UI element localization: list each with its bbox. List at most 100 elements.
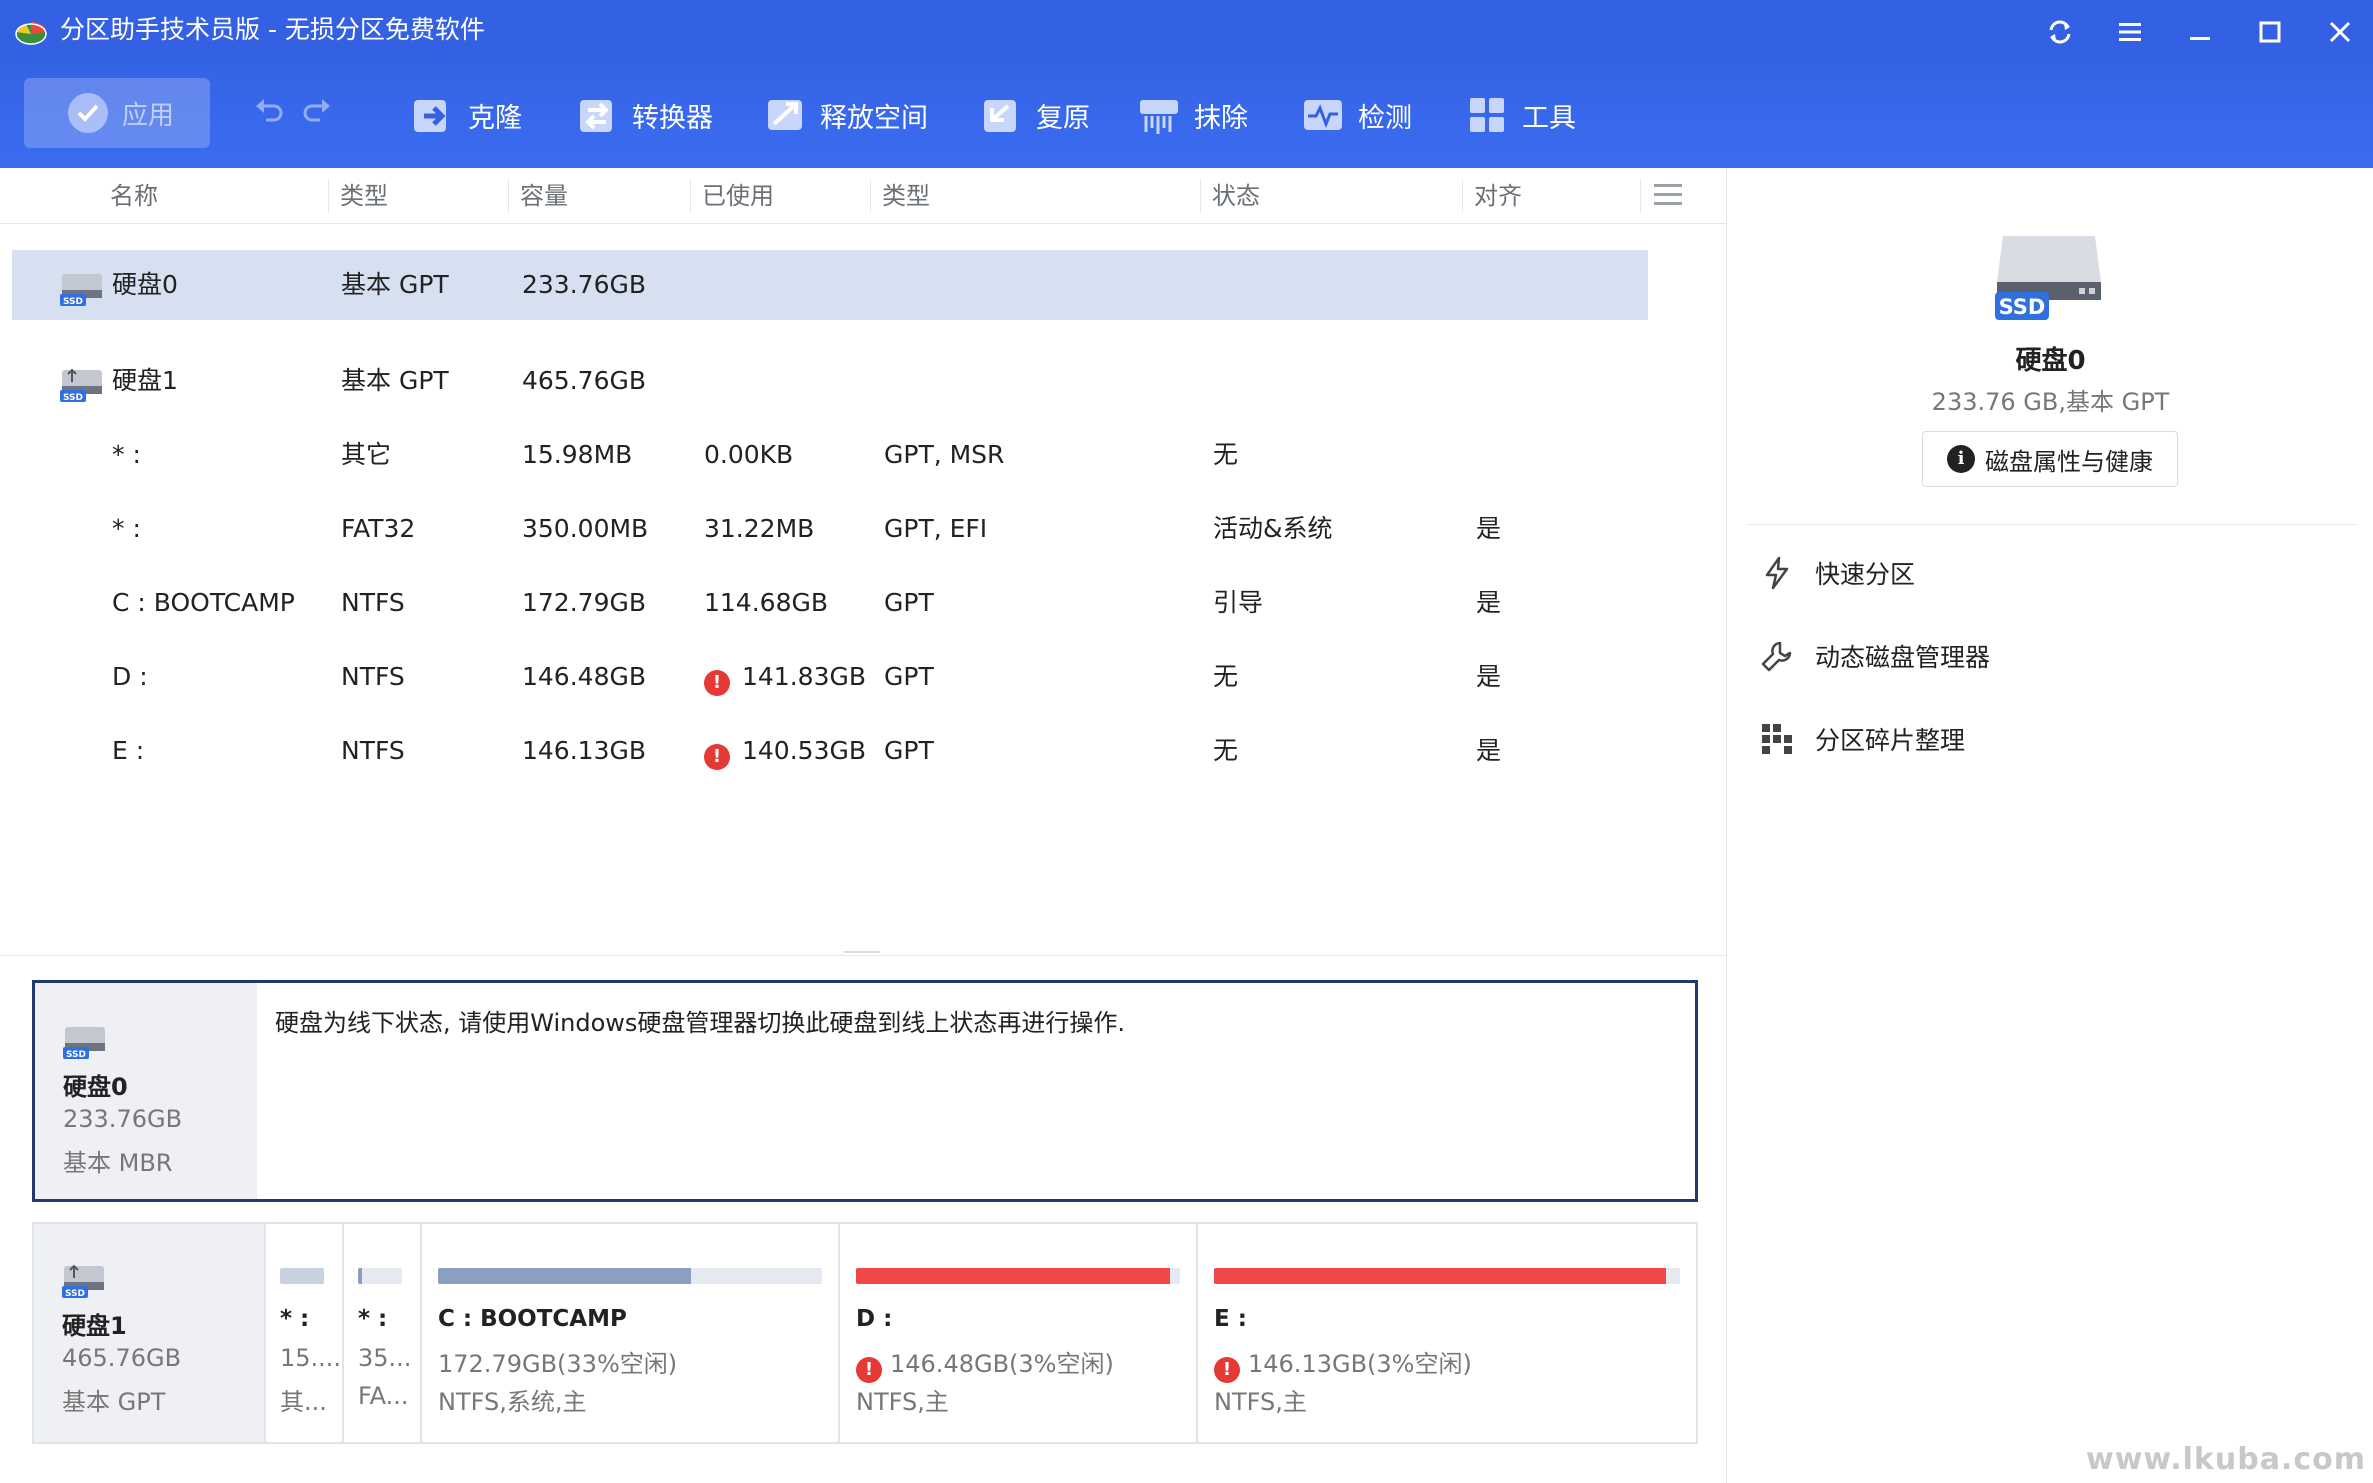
toolbar-restore-button[interactable]: 复原: [978, 90, 1090, 140]
column-divider[interactable]: [1200, 180, 1201, 212]
menu-icon[interactable]: [2110, 12, 2150, 52]
row-used: 141.83GB: [742, 662, 866, 691]
info-icon: i: [1947, 445, 1975, 473]
column-divider[interactable]: [508, 180, 509, 212]
row-type: 其它: [341, 440, 392, 469]
column-header-align[interactable]: 对齐: [1474, 168, 1522, 224]
table-row-partition[interactable]: * : FAT32 350.00MB 31.22MB GPT, EFI 活动&系…: [12, 494, 1648, 564]
column-settings-icon[interactable]: [1652, 180, 1684, 210]
row-name: * :: [112, 514, 141, 543]
disk0-type: 基本 MBR: [63, 1149, 173, 1177]
column-header-name[interactable]: 名称: [110, 168, 158, 224]
row-fs: GPT, MSR: [884, 440, 1005, 469]
disk1-size: 465.76GB: [62, 1344, 182, 1372]
partition-type: NTFS,主: [1214, 1388, 1307, 1416]
row-fs: GPT: [884, 736, 934, 765]
partition-name: C : BOOTCAMP: [438, 1306, 627, 1332]
title-bar: 分区助手技术员版 - 无损分区免费软件: [0, 0, 2373, 62]
partition-block-e[interactable]: E : ! 146.13GB(3%空闲) NTFS,主: [1196, 1224, 1696, 1442]
clone-icon: [410, 92, 456, 138]
panel-disk-info: 233.76 GB,基本 GPT: [1931, 388, 2170, 416]
partition-usage-fill: [856, 1268, 1171, 1284]
row-name: E :: [112, 736, 145, 765]
column-divider[interactable]: [690, 180, 691, 212]
row-used-cell: ! 141.83GB: [704, 642, 866, 712]
partition-block[interactable]: * : 15.... 其...: [264, 1224, 342, 1442]
partition-block[interactable]: * : 35... FA...: [342, 1224, 420, 1442]
partition-block-d[interactable]: D : ! 146.48GB(3%空闲) NTFS,主: [838, 1224, 1196, 1442]
partition-usage-fill: [1214, 1268, 1667, 1284]
panel-disk-name: 硬盘0: [2015, 346, 2086, 376]
column-divider[interactable]: [1640, 180, 1641, 212]
apply-label: 应用: [122, 100, 175, 131]
table-row-partition[interactable]: D : NTFS 146.48GB ! 141.83GB GPT 无 是: [12, 642, 1648, 712]
table-row-partition[interactable]: * : 其它 15.98MB 0.00KB GPT, MSR 无: [12, 420, 1648, 490]
dynamic-disk-manager-label: 动态磁盘管理器: [1815, 643, 1991, 672]
defrag-link[interactable]: 分区碎片整理: [1759, 717, 1965, 761]
partition-name: E :: [1214, 1306, 1247, 1332]
disk0-summary: SSD 硬盘0 233.76GB 基本 MBR: [35, 983, 257, 1199]
row-status: 引导: [1213, 588, 1264, 617]
pane-resize-handle[interactable]: [844, 951, 880, 959]
undo-icon[interactable]: [252, 94, 286, 128]
partition-size-row: ! 146.48GB(3%空闲): [856, 1344, 1114, 1383]
free-space-icon: [762, 92, 808, 138]
disk-properties-button[interactable]: i 磁盘属性与健康: [1922, 431, 2178, 487]
redo-icon[interactable]: [300, 94, 334, 128]
partition-type: NTFS,系统,主: [438, 1388, 587, 1416]
table-row-partition[interactable]: E : NTFS 146.13GB ! 140.53GB GPT 无 是: [12, 716, 1648, 786]
dynamic-disk-manager-link[interactable]: 动态磁盘管理器: [1759, 634, 1990, 678]
column-divider[interactable]: [1462, 180, 1463, 212]
ssd-large-icon: SSD: [1995, 236, 2101, 320]
row-capacity: 233.76GB: [522, 270, 646, 299]
refresh-icon[interactable]: [2040, 12, 2080, 52]
column-header-type[interactable]: 类型: [340, 168, 388, 224]
row-name: 硬盘1: [112, 366, 178, 395]
partition-name: D :: [856, 1306, 893, 1332]
svg-text:SSD: SSD: [65, 1289, 85, 1299]
partition-usage-bar: [856, 1268, 1180, 1284]
ssd-disk-icon: SSD: [60, 274, 102, 307]
partition-block-c[interactable]: C : BOOTCAMP 172.79GB(33%空闲) NTFS,系统,主: [420, 1224, 838, 1442]
ssd-disk-usb-icon: SSD: [62, 1264, 104, 1299]
table-row-disk1[interactable]: SSD 硬盘1 基本 GPT 465.76GB: [12, 346, 1648, 416]
toolbar-restore-label: 复原: [1036, 102, 1090, 134]
convert-icon: [574, 92, 620, 138]
table-row-partition[interactable]: C : BOOTCAMP NTFS 172.79GB 114.68GB GPT …: [12, 568, 1648, 638]
toolbar-free-space-button[interactable]: 释放空间: [762, 90, 928, 140]
partition-usage-bar: [438, 1268, 822, 1284]
disk1-summary[interactable]: SSD 硬盘1 465.76GB 基本 GPT: [34, 1224, 264, 1442]
column-header-fs[interactable]: 类型: [882, 168, 930, 224]
column-header-used[interactable]: 已使用: [702, 168, 774, 224]
panel-divider: [1747, 524, 2357, 525]
toolbar-clone-button[interactable]: 克隆: [410, 90, 522, 140]
row-capacity: 350.00MB: [522, 514, 649, 543]
column-divider[interactable]: [328, 180, 329, 212]
toolbar-check-button[interactable]: 检测: [1300, 90, 1412, 140]
row-align: 是: [1476, 662, 1502, 691]
maximize-icon[interactable]: [2250, 12, 2290, 52]
close-icon[interactable]: [2320, 12, 2360, 52]
disk0-map-card[interactable]: SSD 硬盘0 233.76GB 基本 MBR 硬盘为线下状态, 请使用Wind…: [32, 980, 1698, 1202]
row-type: 基本 GPT: [341, 366, 449, 395]
column-header-status[interactable]: 状态: [1212, 168, 1260, 224]
toolbar-tools-button[interactable]: 工具: [1464, 90, 1576, 140]
row-capacity: 146.48GB: [522, 662, 646, 691]
apply-button[interactable]: 应用: [24, 78, 210, 148]
row-used-cell: ! 140.53GB: [704, 716, 866, 786]
partition-type: FA...: [358, 1382, 409, 1410]
partition-size: 172.79GB(33%空闲): [438, 1350, 678, 1378]
row-type: 基本 GPT: [341, 270, 449, 299]
checkmark-icon: [68, 93, 108, 133]
toolbar-convert-label: 转换器: [632, 102, 713, 134]
warning-icon: !: [704, 744, 730, 770]
quick-partition-link[interactable]: 快速分区: [1759, 551, 1915, 595]
disk0-size: 233.76GB: [63, 1105, 183, 1133]
toolbar-wipe-button[interactable]: 抹除: [1136, 90, 1248, 140]
column-header-capacity[interactable]: 容量: [520, 168, 568, 224]
minimize-icon[interactable]: [2180, 12, 2220, 52]
table-row-disk0[interactable]: SSD 硬盘0 基本 GPT 233.76GB: [12, 250, 1648, 320]
column-divider[interactable]: [870, 180, 871, 212]
toolbar-convert-button[interactable]: 转换器: [574, 90, 713, 140]
svg-text:SSD: SSD: [1999, 295, 2046, 319]
